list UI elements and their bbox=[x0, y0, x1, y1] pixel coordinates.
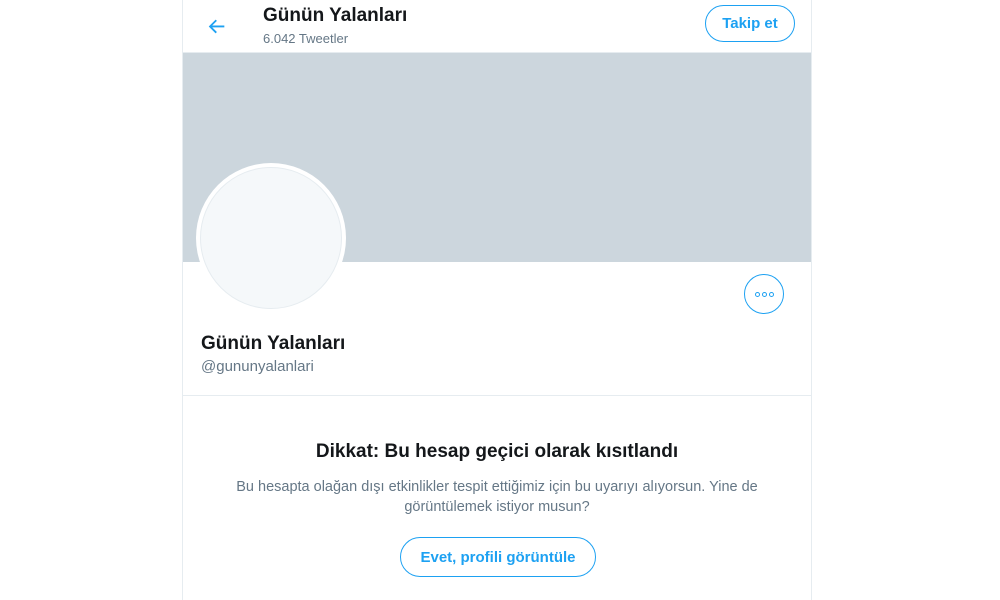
profile-display-name: Günün Yalanları bbox=[201, 333, 346, 354]
follow-button[interactable]: Takip et bbox=[705, 5, 795, 42]
warning-message: Bu hesapta olağan dışı etkinlikler tespi… bbox=[236, 479, 758, 515]
avatar-placeholder bbox=[200, 167, 342, 309]
header-title: Günün Yalanları bbox=[263, 5, 408, 26]
section-divider bbox=[183, 395, 811, 396]
view-profile-button[interactable]: Evet, profili görüntüle bbox=[400, 537, 596, 577]
more-options-icon bbox=[754, 291, 774, 297]
back-button[interactable] bbox=[201, 10, 233, 42]
avatar[interactable] bbox=[196, 163, 346, 313]
tweet-count: 6.042 Tweetler bbox=[263, 31, 349, 46]
arrow-left-icon bbox=[208, 19, 225, 34]
profile-header: Günün Yalanları 6.042 Tweetler Takip et bbox=[183, 0, 811, 53]
profile-handle: @gununyalanlari bbox=[201, 358, 314, 375]
warning-title: Dikkat: Bu hesap geçici olarak kısıtland… bbox=[315, 441, 679, 462]
more-options-button[interactable] bbox=[744, 274, 784, 314]
profile-column: Günün Yalanları 6.042 Tweetler Takip et … bbox=[182, 0, 812, 600]
